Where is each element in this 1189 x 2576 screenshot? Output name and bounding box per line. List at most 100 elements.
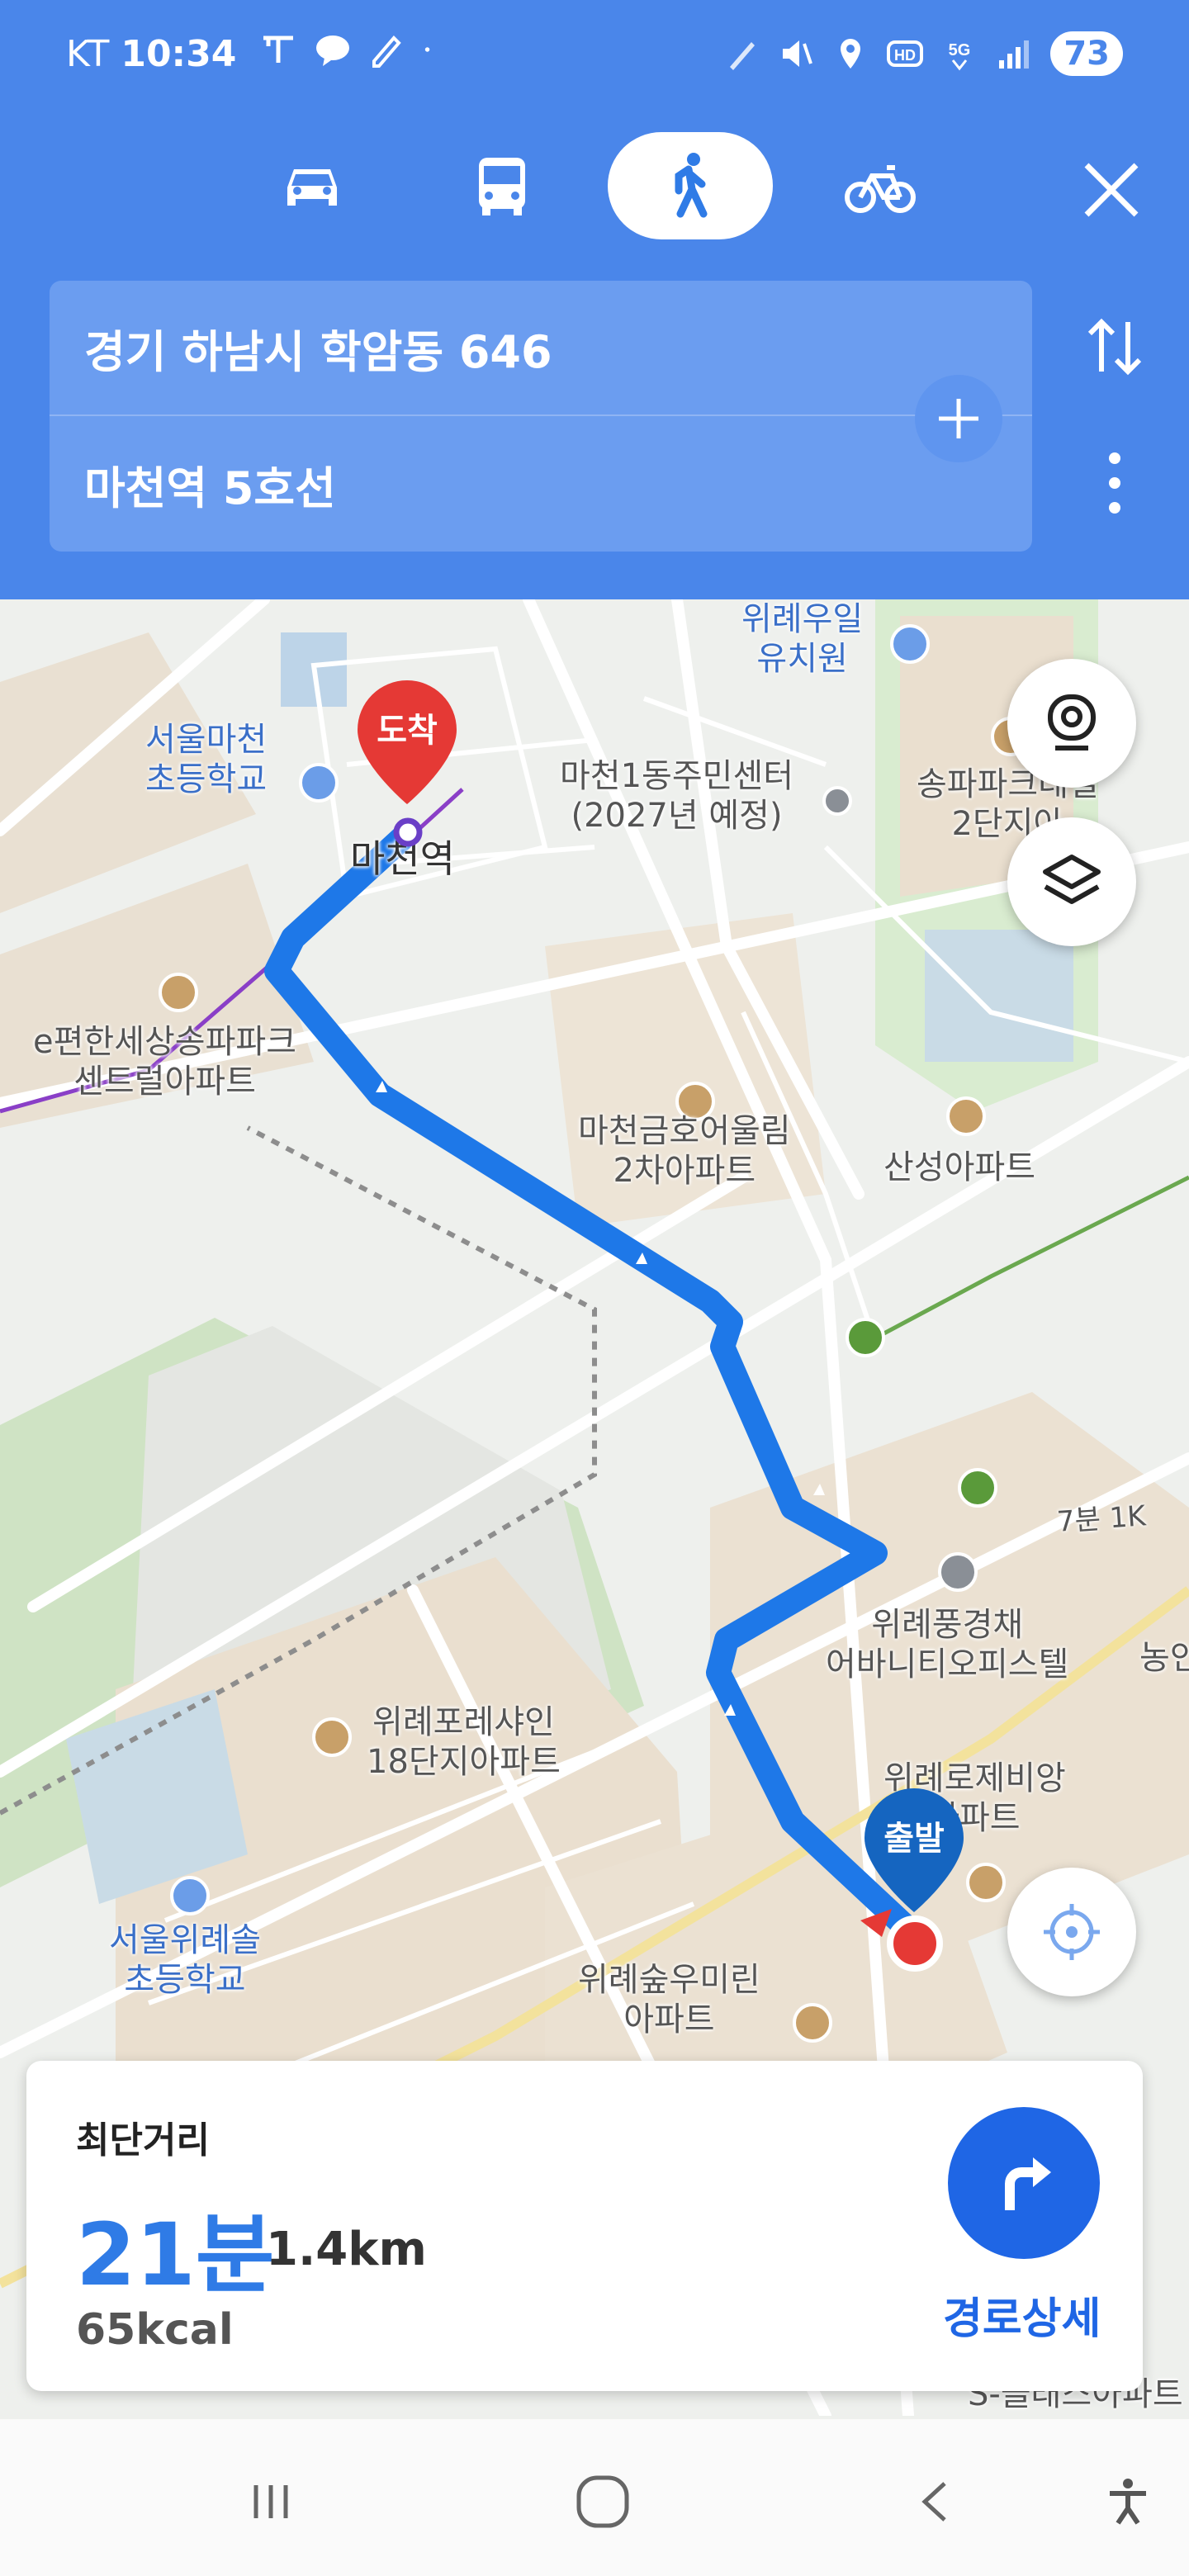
destination-field[interactable]: 마천역 5호선 (50, 416, 1032, 552)
hd-voice-icon: HD (887, 40, 924, 67)
current-location-dot-icon (887, 1915, 943, 1972)
place-label-text: 위례풍경채 어바니티오피스텔 (826, 1606, 1069, 1683)
plus-icon (939, 399, 978, 438)
apartment-marker-icon[interactable] (966, 1863, 1006, 1902)
tab-walk[interactable] (608, 132, 773, 239)
place-label-text: 서울마천 초등학교 (145, 721, 268, 798)
route-calories: 65kcal (76, 2305, 234, 2355)
close-button[interactable] (1070, 149, 1153, 231)
my-location-button[interactable] (1007, 1868, 1136, 1996)
svg-text:HD: HD (894, 47, 916, 64)
place-label[interactable]: 마천금호어울림 2차아파트 (578, 1111, 791, 1191)
route-detail-label[interactable]: 경로상세 (943, 2284, 1101, 2346)
place-label[interactable]: e편한세상송파파크 센트럴아파트 (33, 1022, 296, 1101)
place-label[interactable]: 서울위례솔 초등학교 (109, 1920, 261, 2000)
place-label-text: 농인 (1139, 1639, 1189, 1677)
accessibility-icon (1110, 2479, 1146, 2525)
school-marker-icon[interactable] (170, 1876, 210, 1915)
destination-pin-label: 도착 (377, 712, 438, 750)
carrier-name: KT (66, 33, 110, 75)
svg-text:5G: 5G (949, 41, 971, 59)
kindergarten-marker-icon[interactable] (890, 624, 930, 664)
home-button[interactable] (553, 2452, 652, 2551)
swap-icon (1087, 318, 1142, 376)
talk-icon (316, 36, 349, 66)
close-icon (1084, 163, 1139, 217)
trail-marker-icon[interactable] (958, 1468, 997, 1508)
back-button[interactable] (887, 2452, 986, 2551)
5g-icon: 5G (949, 41, 971, 71)
place-label-text: e편한세상송파파크 센트럴아파트 (33, 1023, 297, 1101)
pencil-ruler-icon (372, 36, 401, 68)
place-label[interactable]: 위례숲우미린 아파트 (578, 1960, 760, 2039)
accessibility-button[interactable] (1078, 2452, 1177, 2551)
mute-icon (783, 40, 813, 67)
place-label-text: 산성아파트 (883, 1148, 1035, 1186)
street-view-icon (1048, 694, 1096, 751)
place-label[interactable]: 위례포레샤인 18단지아파트 (367, 1702, 561, 1782)
status-time: 10:34 (121, 33, 237, 75)
dot-icon (424, 47, 430, 52)
map-layers-button[interactable] (1007, 817, 1136, 946)
trail-hint-label: 7분 1K (1055, 1496, 1147, 1541)
place-label-text: 위례숲우미린 아파트 (578, 1961, 760, 2039)
more-options-button[interactable] (1082, 438, 1148, 528)
place-label-text: 마천1동주민센터 (2027년 예정) (560, 757, 794, 835)
transport-mode-tabs (0, 132, 1189, 239)
place-label-text: 마천금호어울림 2차아파트 (578, 1112, 791, 1190)
apartment-marker-icon[interactable] (312, 1717, 352, 1757)
t-app-icon (263, 36, 293, 63)
home-icon (576, 2475, 629, 2528)
route-inputs: 경기 하남시 학암동 646 마천역 5호선 (50, 281, 1032, 552)
office-marker-icon[interactable] (938, 1552, 978, 1592)
tab-car[interactable] (230, 132, 395, 239)
location-icon (841, 39, 861, 69)
system-icons: HD 5G 73 (723, 31, 1123, 76)
origin-field[interactable]: 경기 하남시 학암동 646 (50, 281, 1032, 416)
crosshair-icon (1044, 1904, 1100, 1960)
route-summary-card[interactable]: 최단거리 21분 1.4km 65kcal 경로상세 (26, 2061, 1143, 2391)
place-label-text: 서울위례솔 초등학교 (109, 1921, 261, 1999)
swap-button[interactable] (1073, 305, 1156, 388)
place-label[interactable]: 산성아파트 (883, 1148, 1035, 1187)
destination-pin[interactable]: 도착 (353, 677, 461, 814)
place-label[interactable]: 서울마천 초등학교 (145, 720, 267, 799)
route-header: KT 10:34 HD 5G 73 경기 하남시 학암동 646 마천역 5호선 (0, 0, 1189, 599)
tab-transit[interactable] (419, 132, 585, 239)
walk-icon (675, 153, 708, 218)
status-bar: KT 10:34 HD 5G 73 (0, 0, 1189, 111)
place-label[interactable]: 농인 (1139, 1638, 1189, 1678)
car-icon (287, 169, 337, 206)
place-label-text: 위례포레샤인 18단지아파트 (367, 1703, 561, 1781)
street-view-button[interactable] (1007, 659, 1136, 788)
route-distance: 1.4km (266, 2223, 427, 2276)
place-label[interactable]: 위례우일 유치원 (741, 599, 863, 679)
turn-right-arrow-icon (1005, 2157, 1051, 2210)
route-duration: 21분 (76, 2204, 275, 2305)
apartment-marker-icon[interactable] (946, 1096, 986, 1136)
notification-icons (260, 31, 440, 68)
trail-hint-text: 7분 1K (1055, 1499, 1147, 1539)
battery-badge: 73 (1050, 31, 1123, 76)
recent-apps-icon (253, 2485, 288, 2518)
origin-pin[interactable]: 출발 (860, 1785, 968, 1922)
tab-bike[interactable] (798, 132, 963, 239)
recent-apps-button[interactable] (221, 2452, 320, 2551)
school-marker-icon[interactable] (299, 763, 339, 803)
place-label-text: 위례우일 유치원 (741, 600, 864, 678)
system-navigation-bar (0, 2419, 1189, 2576)
community-center-marker-icon[interactable] (822, 786, 852, 816)
status-carrier: KT 10:34 (66, 33, 236, 75)
apartment-marker-icon[interactable] (793, 2003, 832, 2043)
back-icon (921, 2482, 946, 2522)
bus-icon (479, 158, 525, 215)
trail-marker-icon[interactable] (846, 1318, 885, 1357)
signal-icon (999, 40, 1030, 69)
add-waypoint-button[interactable] (915, 375, 1002, 462)
apartment-marker-icon[interactable] (159, 973, 198, 1012)
place-label[interactable]: 위례풍경채 어바니티오피스텔 (826, 1605, 1068, 1684)
more-vertical-icon (1109, 452, 1120, 514)
place-label[interactable]: 마천1동주민센터 (2027년 예정) (560, 756, 793, 836)
route-detail-button[interactable] (948, 2107, 1100, 2259)
pen-icon (730, 42, 756, 70)
